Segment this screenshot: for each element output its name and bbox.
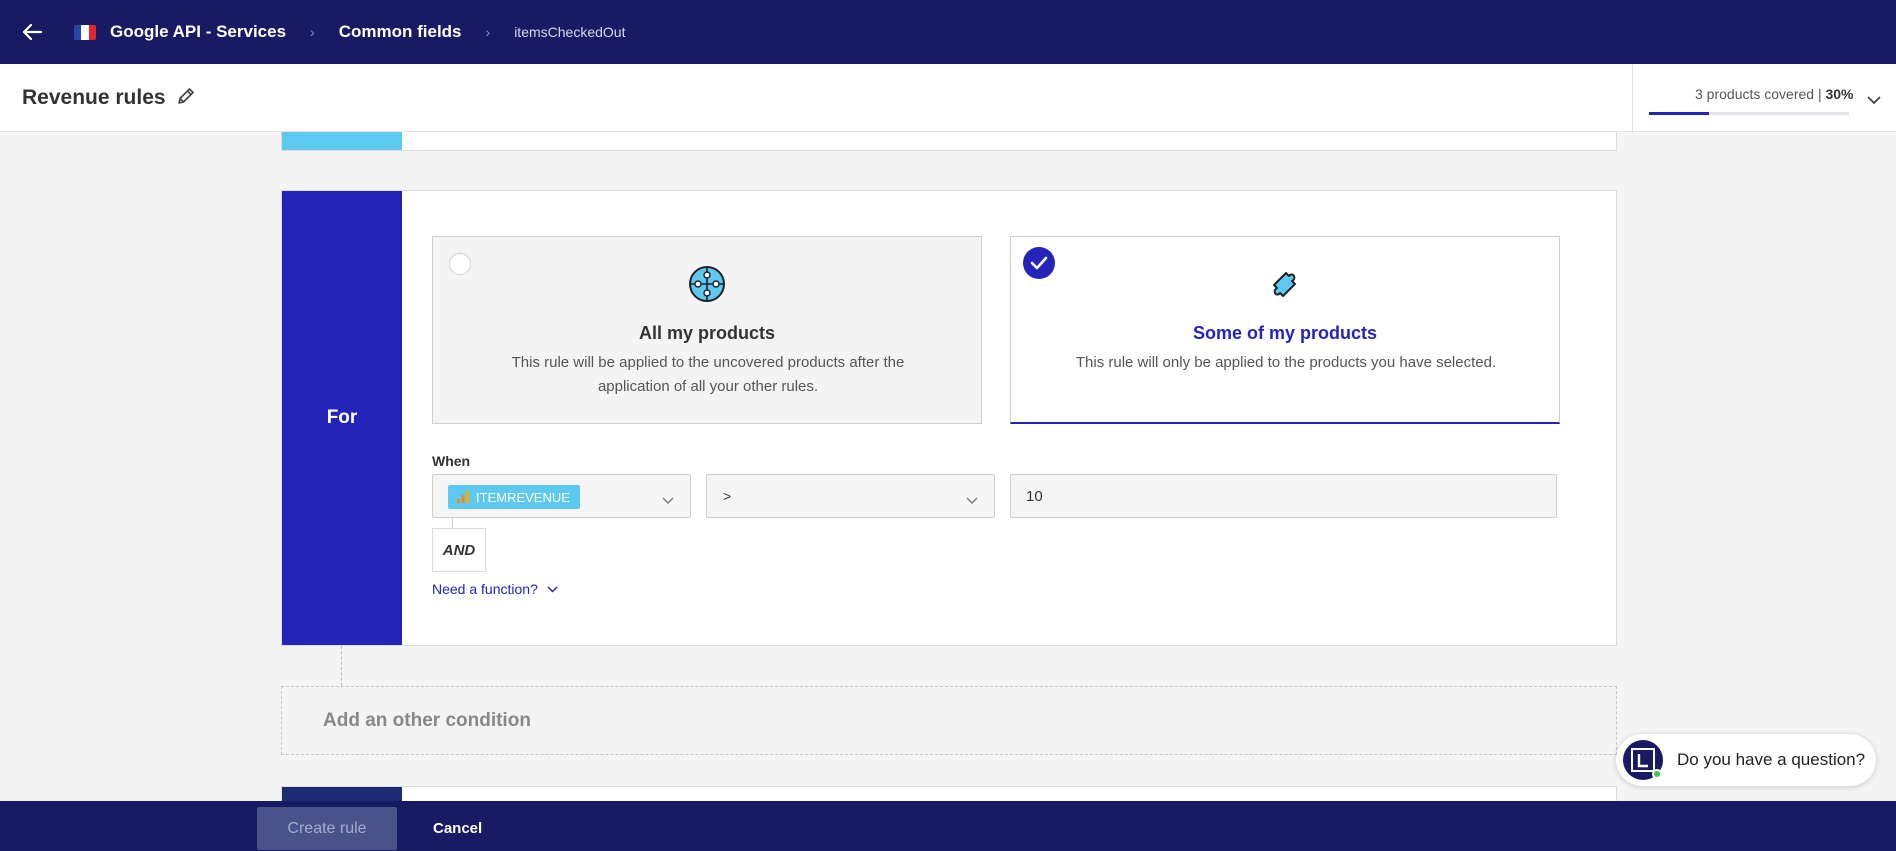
back-button[interactable] [0, 0, 64, 64]
field-chip: ITEMREVENUE [448, 485, 580, 509]
dashed-connector [341, 646, 342, 686]
coverage-panel: 3 products covered | 30% [1632, 64, 1896, 132]
chevron-right-icon: › [310, 24, 315, 40]
and-button[interactable]: AND [432, 528, 486, 572]
option-title: All my products [638, 323, 776, 343]
bar-chart-icon [457, 491, 469, 503]
option-all-products[interactable]: All my products This rule will be applie… [432, 236, 982, 424]
chevron-down-icon [966, 492, 978, 510]
for-card-side: For [282, 191, 402, 645]
breadcrumb-current: itemsCheckedOut [514, 24, 626, 40]
coverage-progress-fill [1649, 112, 1709, 115]
add-condition-button[interactable]: Add an other condition [281, 686, 1617, 755]
operator-value: > [723, 488, 732, 504]
need-function-label: Need a function? [432, 581, 538, 597]
page-title: Revenue rules [22, 85, 166, 109]
option-description: This rule will only be applied to the pr… [1075, 354, 1497, 371]
for-card: For All my products This rule will be ap… [281, 190, 1617, 646]
chevron-down-icon [547, 585, 558, 593]
cancel-button[interactable]: Cancel [433, 807, 482, 850]
page-header: Revenue rules 3 products covered | 30% [0, 64, 1896, 132]
chevron-right-icon: › [485, 24, 491, 40]
puzzle-piece-icon [1265, 264, 1305, 309]
option-title: Some of my products [1192, 323, 1378, 343]
create-rule-button[interactable]: Create rule [257, 807, 397, 850]
field-select[interactable]: ITEMREVENUE [432, 474, 691, 518]
previous-card-side [282, 132, 402, 150]
online-status-icon [1652, 769, 1662, 779]
field-chip-label: ITEMREVENUE [476, 489, 570, 505]
checkmark-icon[interactable] [1023, 247, 1055, 279]
coverage-percent: 30% [1825, 86, 1854, 102]
option-description: This rule will be applied to the uncover… [511, 354, 905, 395]
value-input[interactable] [1010, 474, 1557, 518]
for-label: For [326, 407, 358, 428]
need-function-link[interactable]: Need a function? [432, 581, 558, 597]
footer-bar: Create rule Cancel [0, 801, 1896, 851]
puzzle-globe-icon [687, 264, 727, 309]
radio-unchecked[interactable] [449, 253, 471, 275]
top-nav: Google API - Services › Common fields › … [0, 0, 1896, 64]
coverage-label: 3 products covered | [1695, 86, 1826, 102]
operator-select[interactable]: > [706, 474, 995, 518]
breadcrumb-project[interactable]: Google API - Services [110, 22, 286, 42]
breadcrumb-section[interactable]: Common fields [339, 22, 462, 42]
option-some-products[interactable]: Some of my products This rule will only … [1010, 236, 1560, 424]
pencil-icon[interactable] [176, 86, 196, 111]
coverage-text: 3 products covered | 30% [1695, 86, 1854, 102]
arrow-left-icon [22, 23, 42, 41]
chevron-down-icon [662, 492, 674, 510]
france-flag-icon [74, 24, 96, 40]
previous-card [281, 132, 1617, 151]
when-label: When [432, 453, 471, 469]
chat-prompt: Do you have a question? [1677, 750, 1866, 769]
chevron-down-icon[interactable] [1867, 92, 1881, 110]
chat-widget[interactable]: Do you have a question? [1616, 734, 1876, 786]
coverage-progress-bar [1649, 112, 1849, 115]
